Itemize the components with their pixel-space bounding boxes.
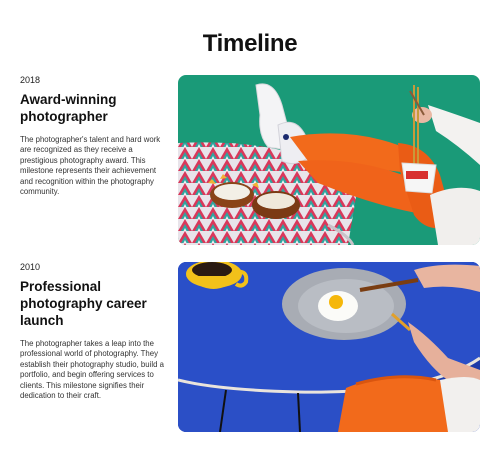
entry-description: The photographer's talent and hard work … (20, 135, 161, 197)
page-title: Timeline (202, 30, 298, 57)
entry-title: Professional photography career launch (20, 279, 147, 328)
timeline-entry-2018: 2018 Award-winning photographer The phot… (20, 75, 170, 197)
timeline-entry-2010: 2010 Professional photography career lau… (20, 262, 170, 401)
entry-year: 2018 (20, 75, 41, 85)
entry-photo-career-launch (178, 262, 480, 432)
entry-description: The photographer takes a leap into the p… (20, 339, 164, 401)
entry-year: 2010 (20, 262, 41, 272)
entry-photo-award (178, 75, 480, 245)
entry-title: Award-winning photographer (20, 92, 117, 124)
